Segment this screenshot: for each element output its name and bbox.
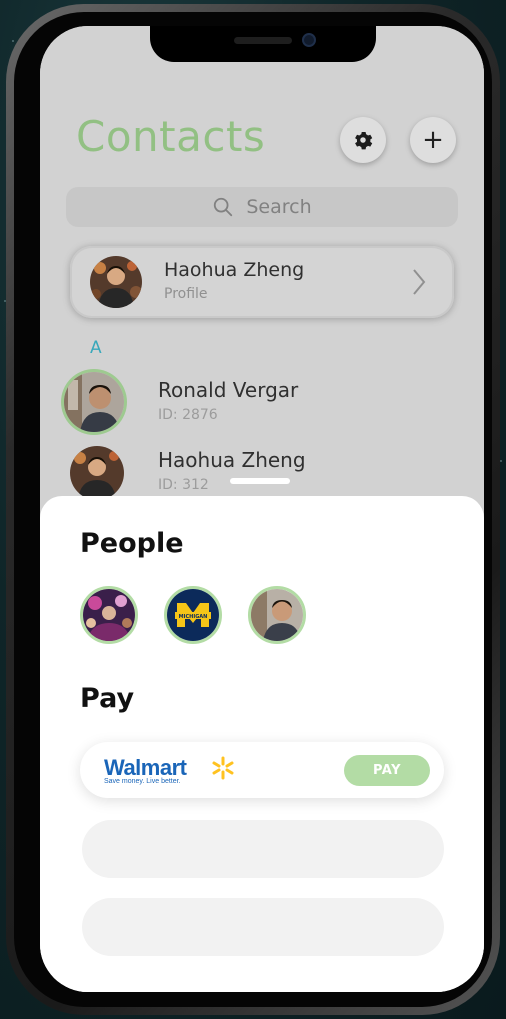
- phone-notch: [150, 26, 376, 62]
- people-avatar-michigan[interactable]: MICHIGAN: [164, 586, 222, 644]
- people-avatar-ronald[interactable]: [248, 586, 306, 644]
- empty-pay-slot: [82, 820, 444, 878]
- phone-screen: Contacts + Search Haohua Zheng Profile A…: [40, 26, 484, 992]
- pay-button[interactable]: PAY: [344, 755, 430, 786]
- svg-text:MICHIGAN: MICHIGAN: [179, 614, 208, 620]
- front-camera: [302, 33, 316, 47]
- speaker-grille: [234, 37, 292, 44]
- sheet-drag-handle[interactable]: [230, 478, 290, 484]
- merchant-pay-card[interactable]: Walmart Save money. Live better. PAY: [80, 742, 444, 798]
- pay-section-title: Pay: [80, 683, 135, 714]
- people-section-title: People: [80, 528, 184, 559]
- walmart-logo: Walmart Save money. Live better.: [104, 755, 234, 785]
- empty-pay-slot: [82, 898, 444, 956]
- people-avatar-concert[interactable]: [80, 586, 138, 644]
- walmart-spark-icon: [212, 756, 234, 780]
